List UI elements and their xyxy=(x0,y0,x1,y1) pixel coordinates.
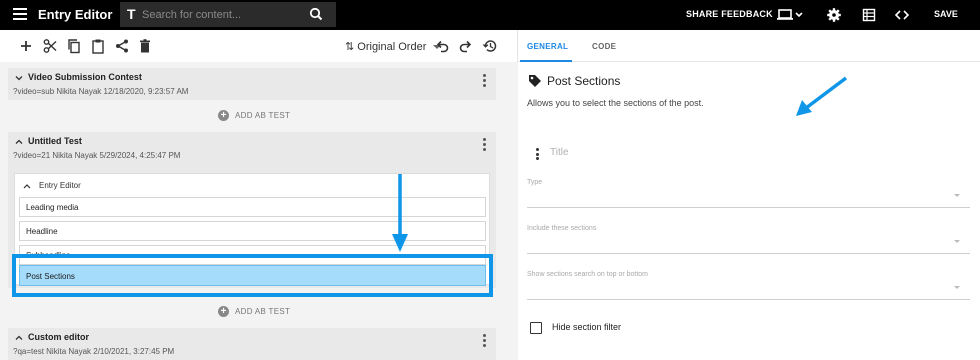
more-options-icon[interactable] xyxy=(483,74,486,89)
laptop-icon xyxy=(777,9,803,20)
top-bar: Entry Editor T SHARE FEEDBACK xyxy=(0,0,980,30)
sections-search-position-select[interactable] xyxy=(527,299,970,300)
share-icon xyxy=(116,39,128,53)
sections-search-position-label: Show sections search on top or bottom xyxy=(527,271,649,278)
nested-editor-title: Entry Editor xyxy=(39,181,81,190)
entry-title: Untitled Test xyxy=(28,136,82,146)
plus-icon xyxy=(21,41,31,51)
settings-button[interactable] xyxy=(826,6,842,24)
device-preview-button[interactable] xyxy=(776,6,804,24)
title-input[interactable] xyxy=(550,143,970,162)
content-type-icon: T xyxy=(127,6,136,22)
more-options-icon[interactable] xyxy=(483,334,486,349)
history-icon xyxy=(482,40,497,52)
layout-button[interactable] xyxy=(862,6,876,24)
add-circle-icon: + xyxy=(218,306,229,317)
panel-tabs: GENERAL CODE xyxy=(518,30,980,62)
field-post-sections[interactable]: Post Sections xyxy=(19,265,486,286)
active-tab-indicator xyxy=(520,60,572,62)
paste-button[interactable] xyxy=(90,38,106,54)
type-select-label: Type xyxy=(527,179,543,186)
include-sections-label: Include these sections xyxy=(527,225,597,232)
scissors-icon xyxy=(43,39,57,53)
clipboard-icon xyxy=(92,39,104,54)
section-description: Allows you to select the sections of the… xyxy=(527,98,704,108)
copy-button[interactable] xyxy=(66,38,82,54)
hide-section-filter-checkbox[interactable] xyxy=(530,322,542,334)
tab-code[interactable]: CODE xyxy=(592,42,616,51)
sections-search-position-chevron-icon[interactable] xyxy=(954,286,960,289)
entry-meta: ?video=sub Nikita Nayak 12/18/2020, 9:23… xyxy=(13,87,189,96)
history-button[interactable] xyxy=(482,38,498,54)
share-feedback-link[interactable]: SHARE FEEDBACK xyxy=(686,9,773,19)
section-title: Post Sections xyxy=(547,74,621,88)
add-button[interactable] xyxy=(18,38,34,54)
entry-item[interactable]: Video Submission Contest ?video=sub Niki… xyxy=(8,68,496,100)
include-sections-chevron-icon[interactable] xyxy=(954,240,960,243)
cut-button[interactable] xyxy=(42,38,58,54)
include-sections-select[interactable] xyxy=(527,253,970,254)
more-options-icon[interactable] xyxy=(483,138,486,153)
add-ab-test-button[interactable]: + ADD AB TEST xyxy=(218,110,290,121)
entry-title: Custom editor xyxy=(28,332,90,342)
type-select[interactable] xyxy=(527,207,970,208)
add-ab-test-button[interactable]: + ADD AB TEST xyxy=(218,306,290,317)
trash-icon xyxy=(140,39,150,53)
code-view-button[interactable] xyxy=(894,6,910,24)
redo-button[interactable] xyxy=(458,38,474,54)
menu-icon[interactable] xyxy=(13,8,27,21)
undo-icon xyxy=(436,40,449,53)
chevron-up-icon xyxy=(15,139,23,144)
tag-icon xyxy=(529,75,541,87)
entry-title: Video Submission Contest xyxy=(28,72,142,82)
title-field xyxy=(550,142,970,162)
field-headline[interactable]: Headline xyxy=(19,221,486,241)
chevron-up-icon xyxy=(15,335,23,340)
drag-handle-icon[interactable] xyxy=(536,148,539,162)
tab-general[interactable]: GENERAL xyxy=(527,42,568,51)
entry-toolbar: ⇅ Original Order xyxy=(0,30,518,62)
search-button[interactable] xyxy=(296,2,336,27)
search-icon xyxy=(309,7,323,21)
sort-icon: ⇅ xyxy=(345,41,355,53)
entry-list-panel: ⇅ Original Order Video Submission Contes… xyxy=(0,30,518,360)
gear-icon xyxy=(827,8,841,22)
sort-order-label: Original Order xyxy=(357,41,427,53)
annotation-arrow-diagonal-icon xyxy=(796,76,848,116)
save-button[interactable]: SAVE xyxy=(934,9,958,19)
delete-button[interactable] xyxy=(137,38,153,54)
entry-item[interactable]: Custom editor ?qa=test Nikita Nayak 2/10… xyxy=(8,328,496,360)
share-button[interactable] xyxy=(114,38,130,54)
entry-meta: ?qa=test Nikita Nayak 2/10/2021, 3:27:45… xyxy=(13,347,175,356)
add-circle-icon: + xyxy=(218,110,229,121)
sort-order-dropdown[interactable]: ⇅ Original Order xyxy=(345,40,442,53)
redo-icon xyxy=(459,40,472,53)
app-title: Entry Editor xyxy=(38,7,113,22)
search-bar: T xyxy=(120,2,336,27)
search-input[interactable] xyxy=(142,5,292,24)
type-select-chevron-icon[interactable] xyxy=(954,194,960,197)
chevron-up-icon xyxy=(23,184,31,189)
undo-button[interactable] xyxy=(434,38,450,54)
field-leading-media[interactable]: Leading media xyxy=(19,197,486,217)
copy-icon xyxy=(68,39,80,54)
entry-meta: ?video=21 Nikita Nayak 5/29/2024, 4:25:4… xyxy=(13,151,181,160)
properties-panel: GENERAL CODE Post Sections Allows you to… xyxy=(518,30,980,360)
annotation-arrow-down-icon xyxy=(392,174,408,252)
chevron-down-icon xyxy=(15,76,23,81)
table-icon xyxy=(862,8,876,22)
code-icon xyxy=(894,10,910,20)
entry-list: Video Submission Contest ?video=sub Niki… xyxy=(0,62,518,360)
hide-section-filter-label: Hide section filter xyxy=(552,322,622,332)
